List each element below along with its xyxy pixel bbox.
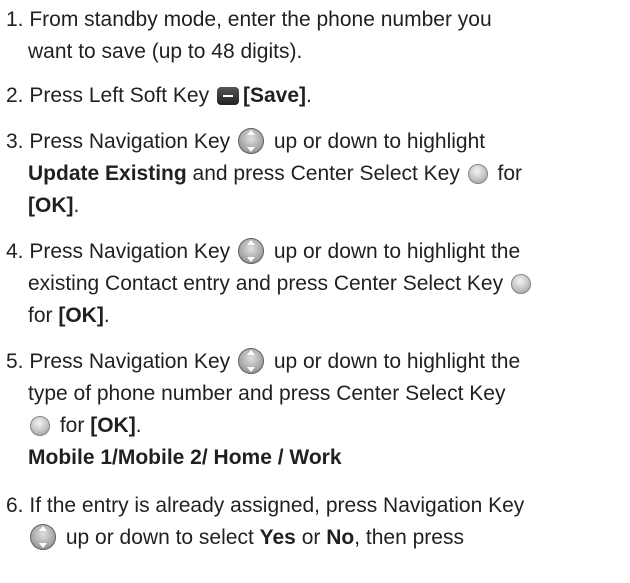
step-text: Press Navigation Key: [29, 130, 231, 153]
navigation-key-icon: [237, 348, 264, 374]
step-text: .: [135, 414, 142, 437]
step-number: 5.: [6, 350, 24, 373]
step-3: 3. Press Navigation Key up or down to hi…: [6, 126, 628, 222]
step-text: Press Navigation Key: [29, 350, 231, 373]
step-text: for: [497, 162, 523, 185]
center-select-key-icon: [467, 164, 488, 184]
step-text: up or down to highlight the: [273, 350, 521, 373]
step-text: up or down to select: [65, 526, 254, 549]
step-text: for: [28, 304, 53, 327]
step-number: 4.: [6, 240, 24, 263]
ok-label: [OK]: [90, 414, 136, 437]
step-number: 3.: [6, 130, 24, 153]
center-select-key-icon: [510, 274, 531, 294]
step-1: 1. From standby mode, enter the phone nu…: [6, 4, 628, 68]
step-text: .: [73, 194, 80, 217]
step-text: for: [59, 414, 85, 437]
navigation-key-icon: [30, 524, 56, 550]
step-text: , then press: [354, 526, 464, 549]
step-text: up or down to highlight the: [273, 240, 521, 263]
navigation-key-icon: [237, 128, 264, 154]
step-text: or: [301, 526, 321, 549]
step-number: 1.: [6, 8, 24, 31]
step-text: type of phone number and press Center Se…: [28, 382, 506, 405]
ok-label: [OK]: [58, 304, 104, 327]
navigation-key-icon: [237, 238, 264, 264]
ok-label: [OK]: [28, 194, 74, 217]
update-existing-label: Update Existing: [28, 162, 187, 185]
step-text: Press Navigation Key: [29, 240, 231, 263]
no-label: No: [326, 526, 355, 549]
step-text: want to save (up to 48 digits).: [28, 40, 303, 63]
step-text: up or down to highlight: [273, 130, 486, 153]
step-text: From standby mode, enter the phone numbe…: [29, 8, 492, 31]
step-text: Press Left Soft Key: [29, 84, 210, 107]
step-text: .: [103, 304, 110, 327]
left-soft-key-icon: [216, 87, 239, 105]
save-label: [Save]: [242, 84, 306, 107]
step-4: 4. Press Navigation Key up or down to hi…: [6, 236, 628, 332]
yes-label: Yes: [259, 526, 296, 549]
step-2: 2. Press Left Soft Key [Save].: [6, 80, 628, 112]
step-6: 6. If the entry is already assigned, pre…: [6, 490, 628, 554]
step-number: 2.: [6, 84, 24, 107]
step-text: .: [306, 84, 312, 107]
center-select-key-icon: [30, 416, 50, 436]
step-number: 6.: [6, 494, 24, 517]
step-text: If the entry is already assigned, press …: [29, 494, 525, 517]
step-5: 5. Press Navigation Key up or down to hi…: [6, 346, 628, 474]
step-text: and press Center Select Key: [192, 162, 460, 185]
phone-type-options: Mobile 1/Mobile 2/ Home / Work: [28, 446, 342, 469]
step-text: existing Contact entry and press Center …: [28, 272, 504, 295]
instruction-page: 1. From standby mode, enter the phone nu…: [0, 0, 630, 583]
